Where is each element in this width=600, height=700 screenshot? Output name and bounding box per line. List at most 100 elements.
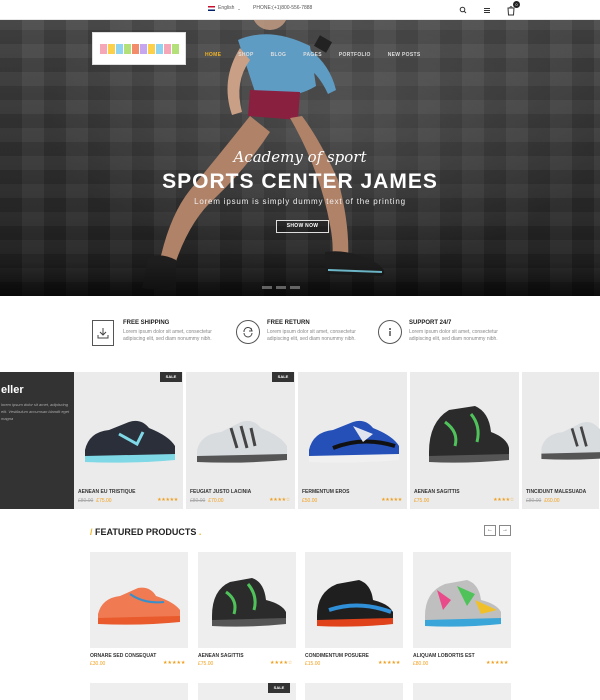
hero-text: Lorem ipsum is simply dummy text of the … — [194, 197, 406, 206]
site-logo[interactable] — [92, 32, 186, 65]
star-rating: ★★★★★ — [381, 497, 402, 503]
star-rating: ★★★★★ — [157, 497, 178, 503]
product-card[interactable]: FERMENTUM EROS £50.00 ★★★★★ — [298, 372, 408, 509]
hero-subtitle: Academy of sport — [233, 148, 367, 166]
current-price: £75.00 — [414, 498, 430, 504]
product-image — [317, 580, 393, 627]
product-price: £80.00 £70.00 — [190, 498, 224, 504]
uk-flag-icon — [208, 5, 215, 11]
product-card[interactable]: TINCIDUNT MALESUADA £80.00 £60.00 — [522, 372, 600, 509]
product-card[interactable] — [305, 683, 403, 700]
old-price: £80.00 — [190, 498, 206, 504]
menu-icon[interactable] — [482, 3, 492, 15]
slider-dot[interactable] — [276, 286, 286, 289]
product-image — [541, 421, 600, 460]
product-image — [98, 587, 180, 625]
product-card[interactable] — [198, 552, 296, 648]
hero-title: SPORTS CENTER JAMES — [162, 170, 438, 193]
arrow-right-icon[interactable]: → — [499, 525, 511, 536]
product-card[interactable] — [305, 552, 403, 648]
product-image — [309, 420, 399, 463]
bestseller-description: lorem ipsum dolor sit amet, adipiscing e… — [1, 402, 70, 421]
product-price: £80.00 £75.00 — [78, 498, 112, 504]
current-price: £60.00 — [544, 498, 560, 504]
feature-text: Lorem ipsum dolor sit amet, consectetur … — [123, 329, 212, 342]
product-card[interactable]: AENEAN SAGITTIS £75.00 ★★★★☆ — [410, 372, 520, 509]
bestseller-section: eller lorem ipsum dolor sit amet, adipis… — [0, 372, 600, 509]
featured-products-title: / FEATURED PRODUCTS . — [90, 527, 201, 537]
product-card[interactable]: SALE FEUGIAT JUSTO LACINIA £80.00 £70.00 … — [186, 372, 296, 509]
nav-item-home[interactable]: HOME — [205, 52, 221, 58]
star-rating: ★★★★★ — [486, 660, 509, 666]
product-name[interactable]: FERMENTUM EROS — [302, 489, 350, 495]
product-name[interactable]: TINCIDUNT MALESUADA — [526, 489, 586, 495]
current-price: £50.00 — [302, 498, 318, 504]
current-price: £70.00 — [208, 498, 224, 504]
phone-number: PHONE:(+1)800-556-7888 — [253, 5, 313, 11]
feature-free-return: FREE RETURN Lorem ipsum dolor sit amet, … — [236, 320, 366, 350]
nav-item-pages[interactable]: PAGES — [303, 52, 322, 58]
top-bar: English ⌄ PHONE:(+1)800-556-7888 0 — [0, 0, 600, 20]
product-name[interactable]: FEUGIAT JUSTO LACINIA — [190, 489, 251, 495]
product-name[interactable]: ALIQUAM LOBORTIS EST — [413, 653, 475, 659]
product-name[interactable]: AENEAN SAGITTIS — [414, 489, 460, 495]
product-card[interactable]: AENEAN EU TRISTIQUE £80.00 £75.00 ★★★★★ — [74, 372, 184, 509]
feature-title: SUPPORT 24/7 — [409, 320, 452, 326]
feature-title: FREE RETURN — [267, 320, 310, 326]
product-price: £15.00 — [305, 661, 321, 667]
search-icon[interactable] — [458, 3, 468, 15]
box-download-icon — [92, 320, 114, 346]
product-price: £75.00 — [198, 661, 214, 667]
feature-text: Lorem ipsum dolor sit amet, consectetur … — [267, 329, 356, 342]
featured-title-text: FEATURED PRODUCTS — [95, 527, 197, 537]
star-rating: ★★★★★ — [163, 660, 186, 666]
slider-dot[interactable] — [262, 286, 272, 289]
product-name[interactable]: CONDIMENTUM POSUERE — [305, 653, 369, 659]
old-price: £80.00 — [526, 498, 542, 504]
slider-dots — [262, 286, 300, 289]
product-card[interactable] — [413, 683, 511, 700]
product-name[interactable]: AENEAN EU TRISTIQUE — [78, 489, 136, 495]
feature-text: Lorem ipsum dolor sit amet, consectetur … — [409, 329, 498, 342]
product-price: £75.00 — [414, 498, 429, 504]
product-name[interactable]: AENEAN SAGITTIS — [198, 653, 244, 659]
nav-item-new-posts[interactable]: NEW POSTS — [388, 52, 421, 58]
refresh-icon — [236, 320, 260, 344]
product-image — [429, 406, 509, 463]
sale-badge: SALE — [268, 683, 290, 693]
cart-icon[interactable]: 0 — [506, 1, 520, 16]
title-accent: . — [196, 527, 202, 537]
product-card[interactable] — [90, 683, 188, 700]
star-rating: ★★★★☆ — [270, 660, 293, 666]
nav-item-blog[interactable]: BLOG — [271, 52, 287, 58]
nav-item-portfolio[interactable]: PORTFOLIO — [339, 52, 371, 58]
product-price: £30.00 — [90, 661, 106, 667]
sale-badge: SALE — [272, 372, 294, 382]
slider-dot[interactable] — [290, 286, 300, 289]
product-image — [212, 578, 286, 627]
sale-badge: SALE — [160, 372, 182, 382]
main-nav: HOME SHOP BLOG PAGES PORTFOLIO NEW POSTS — [205, 52, 420, 58]
carousel-arrows: ← → — [484, 525, 511, 536]
show-now-button[interactable]: SHOW NOW — [276, 220, 329, 233]
language-label: English — [218, 5, 235, 11]
nav-item-shop[interactable]: SHOP — [238, 52, 253, 58]
product-price: £50.00 — [302, 498, 317, 504]
star-rating: ★★★★☆ — [269, 497, 290, 503]
info-icon — [378, 320, 402, 344]
star-rating: ★★★★★ — [378, 660, 401, 666]
product-name[interactable]: ORNARE SED CONSEQUAT — [90, 653, 156, 659]
product-card[interactable] — [90, 552, 188, 648]
product-card[interactable] — [413, 552, 511, 648]
arrow-left-icon[interactable]: ← — [484, 525, 496, 536]
feature-title: FREE SHIPPING — [123, 320, 170, 326]
product-image — [197, 420, 287, 463]
product-image — [425, 580, 501, 627]
product-image — [85, 420, 175, 463]
feature-support: SUPPORT 24/7 Lorem ipsum dolor sit amet,… — [378, 320, 508, 350]
language-selector[interactable]: English ⌄ — [208, 5, 241, 11]
logo-mark — [99, 43, 179, 54]
old-price: £80.00 — [78, 498, 94, 504]
cart-count-badge: 0 — [513, 1, 520, 8]
feature-free-shipping: FREE SHIPPING Lorem ipsum dolor sit amet… — [92, 320, 222, 350]
